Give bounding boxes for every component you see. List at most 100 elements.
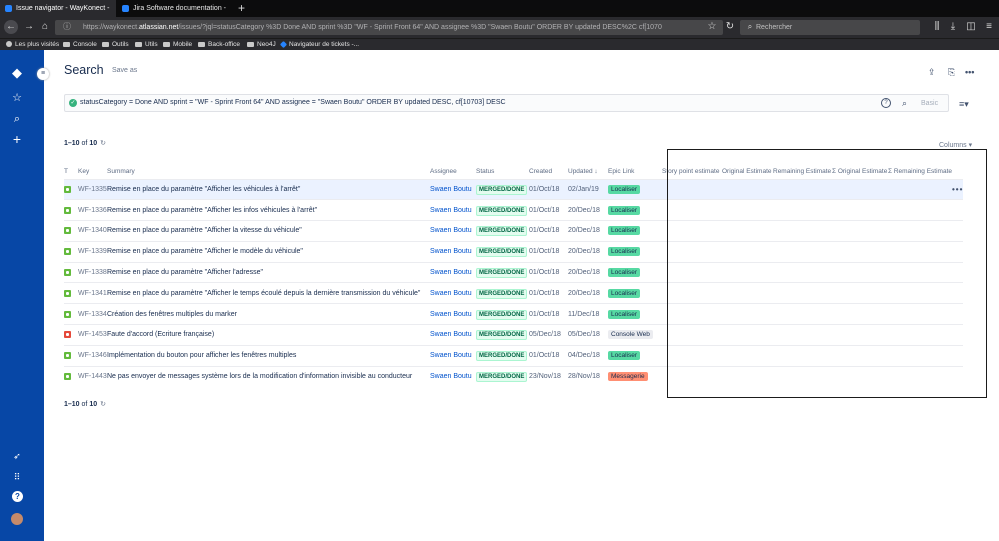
epic-badge[interactable]: Localiser [608,351,641,361]
jira-logo-icon[interactable]: ◆ [10,66,24,80]
issue-summary[interactable]: Remise en place du paramètre "Afficher l… [107,220,430,242]
home-button[interactable]: ⌂ [38,20,52,34]
epic-badge[interactable]: Localiser [608,309,641,319]
save-as-button[interactable]: Save as [112,67,137,74]
story-icon [64,227,71,235]
rocket-icon[interactable]: ➶ [10,449,24,463]
share-icon[interactable]: ⇪ [928,67,936,78]
more-icon[interactable]: ••• [965,67,974,77]
header-status[interactable]: Status [476,165,529,179]
status-badge: MERGED/DONE [476,268,528,279]
folder-icon [135,41,142,47]
epic-badge[interactable]: Localiser [608,288,641,298]
basic-mode-link[interactable]: Basic [921,100,938,107]
url-bar[interactable]: https://waykonect.atlassian.net/issues/?… [55,20,723,35]
epic-badge[interactable]: Localiser [608,226,641,236]
issue-key[interactable]: WF-1346 [78,344,107,367]
issue-assignee[interactable]: Swaen Boutu [430,220,476,242]
issue-key[interactable]: WF-1334 [78,303,107,325]
star-icon[interactable]: ☆ [10,91,24,105]
bookmark-label: Les plus visités [15,41,60,48]
avatar[interactable] [11,513,23,525]
epic-badge[interactable]: Localiser [608,205,641,215]
issue-key[interactable]: WF-1453 [78,324,107,346]
issue-key[interactable]: WF-1340 [78,220,107,242]
epic-badge[interactable]: Messagerie [608,372,648,382]
issue-epic-cell: Localiser [608,199,662,221]
header-key[interactable]: Key [78,165,107,179]
columns-button[interactable]: Columns ▾ [939,141,972,149]
epic-badge[interactable]: Localiser [608,268,641,278]
issue-assignee[interactable]: Swaen Boutu [430,324,476,346]
issue-assignee[interactable]: Swaen Boutu [430,261,476,283]
url-path: /issues/?jql=statusCategory %3D Done AND… [178,24,662,31]
epic-badge[interactable]: Console Web [608,330,653,340]
browser-search-input[interactable]: Rechercher [740,20,920,35]
refresh-icon[interactable]: ↻ [100,401,106,408]
header-type[interactable]: T [64,165,78,179]
refresh-icon[interactable]: ↻ [100,140,106,147]
reload-icon[interactable]: ↻ [723,20,737,34]
extension-icon[interactable]: ◫ [964,20,978,34]
view-options-icon[interactable]: ≡▾ [959,99,969,110]
issue-key[interactable]: WF-1336 [78,199,107,221]
issue-summary[interactable]: Remise en place du paramètre "Afficher l… [107,199,430,221]
issue-key[interactable]: WF-1443 [78,365,107,387]
status-badge: MERGED/DONE [476,226,528,237]
epic-badge[interactable]: Localiser [608,184,641,194]
header-updated[interactable]: Updated ↓ [568,165,608,179]
search-icon[interactable]: ⌕ [10,112,24,126]
header-assignee[interactable]: Assignee [430,165,476,179]
folder-icon [247,41,254,47]
result-count-bottom: 1–10 of 10 ↻ [64,400,106,408]
create-plus-icon[interactable]: + [10,132,24,146]
search-icon: ⌕ [747,22,753,31]
app-switcher-icon[interactable]: ⠿ [10,470,24,484]
issue-summary[interactable]: Remise en place du paramètre "Afficher l… [107,240,430,263]
header-created[interactable]: Created [529,165,568,179]
new-tab-button[interactable]: + [238,1,245,15]
issue-status-cell: MERGED/DONE [476,282,529,304]
issue-key[interactable]: WF-1338 [78,261,107,283]
issue-type-cell [64,261,78,283]
url-domain: atlassian.net [139,24,179,31]
issue-assignee[interactable]: Swaen Boutu [430,240,476,263]
download-icon[interactable]: ⤓ [946,20,960,34]
issue-summary[interactable]: Ne pas envoyer de messages système lors … [107,365,430,387]
issue-summary[interactable]: Remise en place du paramètre "Afficher l… [107,178,430,200]
issue-key[interactable]: WF-1335 [78,178,107,200]
jql-input[interactable]: ✓ statusCategory = Done AND sprint = "WF… [64,94,949,112]
header-epic-link[interactable]: Epic Link [608,165,662,179]
issue-assignee[interactable]: Swaen Boutu [430,178,476,200]
issue-assignee[interactable]: Swaen Boutu [430,199,476,221]
header-summary[interactable]: Summary [107,165,430,179]
issue-assignee[interactable]: Swaen Boutu [430,365,476,387]
menu-icon[interactable]: ≡ [982,20,996,34]
issue-summary[interactable]: Remise en place du paramètre "Afficher l… [107,261,430,283]
status-badge: MERGED/DONE [476,309,528,320]
tab-issue-navigator[interactable]: Issue navigator - WayKonect - [0,0,116,17]
issue-summary[interactable]: Implémentation du bouton pour afficher l… [107,344,430,367]
issue-assignee[interactable]: Swaen Boutu [430,344,476,367]
issue-summary[interactable]: Remise en place du paramètre "Afficher l… [107,282,430,304]
issue-key[interactable]: WF-1341 [78,282,107,304]
issue-summary[interactable]: Faute d'accord (Ecriture française) [107,324,430,346]
back-button[interactable]: ← [4,20,18,34]
help-icon[interactable]: ? [12,491,23,502]
export-icon[interactable]: ⎘ [948,67,955,78]
issue-key[interactable]: WF-1339 [78,240,107,263]
search-icon[interactable]: ⌕ [902,98,907,109]
issue-status-cell: MERGED/DONE [476,324,529,346]
epic-badge[interactable]: Localiser [608,247,641,257]
issue-summary[interactable]: Création des fenêtres multiples du marke… [107,303,430,325]
issue-assignee[interactable]: Swaen Boutu [430,282,476,304]
jira-favicon-icon [122,5,129,12]
forward-button[interactable]: → [22,20,36,34]
bookmark-star-icon[interactable]: ☆ [705,20,719,34]
issue-assignee[interactable]: Swaen Boutu [430,303,476,325]
library-icon[interactable]: ⫼ [930,20,944,34]
help-icon[interactable]: ? [881,98,891,108]
info-icon[interactable]: ⓘ [60,20,74,34]
browser-tab-bar: Issue navigator - WayKonect - Jira Softw… [0,0,999,17]
tab-jira-docs[interactable]: Jira Software documentation - [117,0,233,17]
